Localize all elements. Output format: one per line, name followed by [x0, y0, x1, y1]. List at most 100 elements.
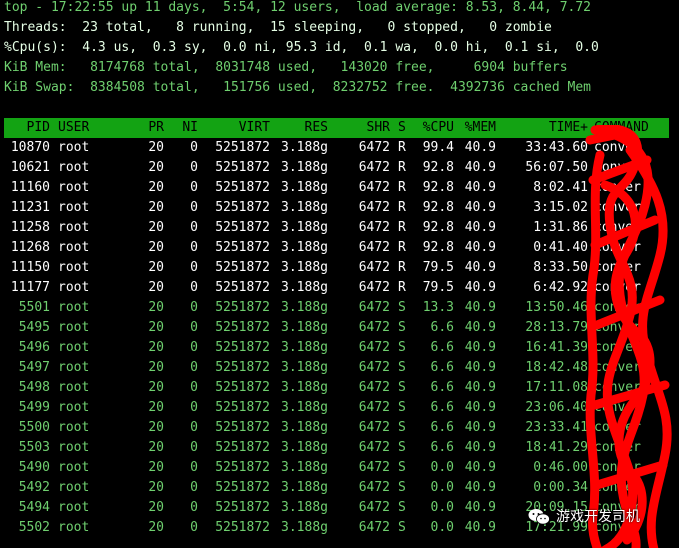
cell-cpu: 92.8	[422, 240, 454, 255]
process-row[interactable]: 10870 root 20 0 5251872 3.188g 6472 R 99.4 40.9 33…	[4, 138, 669, 158]
cell-user: root	[58, 280, 90, 295]
cell-pr: 20	[148, 280, 164, 295]
process-row[interactable]: 5503 root 20 0 5251872 3.188g 6472 S 6.6 40.9 18:4…	[4, 438, 669, 458]
cell-pid: 5494	[18, 500, 50, 515]
cell-shr: 6472	[358, 440, 390, 455]
cell-state: S	[398, 480, 406, 495]
cell-time: 0:46.00	[533, 460, 588, 475]
cell-res: 3.188g	[281, 460, 328, 475]
cell-cpu: 79.5	[422, 280, 454, 295]
cell-time: 23:06.40	[525, 400, 588, 415]
cell-time: 16:41.39	[525, 340, 588, 355]
cell-shr: 6472	[358, 320, 390, 335]
process-row[interactable]: 5495 root 20 0 5251872 3.188g 6472 S 6.6 40.9 28:1…	[4, 318, 669, 338]
cell-cpu: 99.4	[422, 140, 454, 155]
cell-pid: 11160	[10, 180, 50, 195]
cell-pr: 20	[148, 260, 164, 275]
process-row[interactable]: 11258 root 20 0 5251872 3.188g 6472 R 92.8 40.9 1:…	[4, 218, 669, 238]
cell-pr: 20	[148, 200, 164, 215]
cell-virt: 5251872	[215, 140, 270, 155]
cell-shr: 6472	[358, 380, 390, 395]
cell-cpu: 6.6	[430, 420, 454, 435]
cell-res: 3.188g	[281, 480, 328, 495]
col-header-pid: PID	[26, 120, 50, 135]
cell-ni: 0	[190, 280, 198, 295]
cell-shr: 6472	[358, 480, 390, 495]
cell-res: 3.188g	[281, 380, 328, 395]
cell-ni: 0	[190, 200, 198, 215]
cell-res: 3.188g	[281, 320, 328, 335]
process-row[interactable]: 11268 root 20 0 5251872 3.188g 6472 R 92.8 40.9 0:…	[4, 238, 669, 258]
cell-virt: 5251872	[215, 480, 270, 495]
cell-time: 28:13.79	[525, 320, 588, 335]
wechat-icon	[528, 508, 550, 526]
process-row[interactable]: 5500 root 20 0 5251872 3.188g 6472 S 6.6 40.9 23:3…	[4, 418, 669, 438]
col-header-ni: NI	[182, 120, 198, 135]
cell-pr: 20	[148, 320, 164, 335]
cell-shr: 6472	[358, 520, 390, 535]
process-row[interactable]: 11231 root 20 0 5251872 3.188g 6472 R 92.8 40.9 3:…	[4, 198, 669, 218]
cell-time: 13:50.46	[525, 300, 588, 315]
cell-time: 0:41.40	[533, 240, 588, 255]
cell-command: conver	[594, 200, 641, 215]
cell-user: root	[58, 320, 90, 335]
cell-time: 3:15.02	[533, 200, 588, 215]
cell-shr: 6472	[358, 300, 390, 315]
terminal-screen[interactable]: top - 17:22:55 up 11 days, 5:54, 12 user…	[0, 0, 679, 548]
cell-state: R	[398, 260, 406, 275]
cell-user: root	[58, 140, 90, 155]
cell-ni: 0	[190, 160, 198, 175]
cell-cpu: 6.6	[430, 440, 454, 455]
process-row[interactable]: 5499 root 20 0 5251872 3.188g 6472 S 6.6 40.9 23:0…	[4, 398, 669, 418]
process-row[interactable]: 11160 root 20 0 5251872 3.188g 6472 R 92.8 40.9 8:…	[4, 178, 669, 198]
process-row[interactable]: 11177 root 20 0 5251872 3.188g 6472 R 79.5 40.9 6:…	[4, 278, 669, 298]
col-header-user: USER	[58, 120, 90, 135]
cell-ni: 0	[190, 340, 198, 355]
cell-time: 8:33.50	[533, 260, 588, 275]
cell-virt: 5251872	[215, 400, 270, 415]
cell-command: conver	[594, 400, 641, 415]
cell-state: S	[398, 520, 406, 535]
cell-virt: 5251872	[215, 180, 270, 195]
process-row[interactable]: 5498 root 20 0 5251872 3.188g 6472 S 6.6 40.9 17:1…	[4, 378, 669, 398]
cell-cpu: 79.5	[422, 260, 454, 275]
cell-state: S	[398, 400, 406, 415]
process-row[interactable]: 5496 root 20 0 5251872 3.188g 6472 S 6.6 40.9 16:4…	[4, 338, 669, 358]
cell-cpu: 6.6	[430, 340, 454, 355]
process-row[interactable]: 5497 root 20 0 5251872 3.188g 6472 S 6.6 40.9 18:4…	[4, 358, 669, 378]
cell-cpu: 6.6	[430, 320, 454, 335]
cell-state: R	[398, 180, 406, 195]
process-row[interactable]: 5501 root 20 0 5251872 3.188g 6472 S 13.3 40.9 13:…	[4, 298, 669, 318]
process-row[interactable]: 11150 root 20 0 5251872 3.188g 6472 R 79.5 40.9 8:…	[4, 258, 669, 278]
col-header-state: S	[398, 120, 406, 135]
cell-res: 3.188g	[281, 340, 328, 355]
cell-command: conver	[594, 440, 641, 455]
cell-state: S	[398, 380, 406, 395]
cell-user: root	[58, 340, 90, 355]
process-row[interactable]: 10621 root 20 0 5251872 3.188g 6472 R 92.8 40.9 56…	[4, 158, 669, 178]
cell-pr: 20	[148, 460, 164, 475]
process-row[interactable]: 5490 root 20 0 5251872 3.188g 6472 S 0.0 40.9 0:46…	[4, 458, 669, 478]
cell-res: 3.188g	[281, 360, 328, 375]
cell-pr: 20	[148, 500, 164, 515]
cell-state: R	[398, 240, 406, 255]
cell-ni: 0	[190, 500, 198, 515]
cell-shr: 6472	[358, 460, 390, 475]
cell-command: conver	[594, 140, 641, 155]
cell-state: R	[398, 200, 406, 215]
cell-user: root	[58, 160, 90, 175]
cell-pr: 20	[148, 140, 164, 155]
process-row[interactable]: 5492 root 20 0 5251872 3.188g 6472 S 0.0 40.9 0:00…	[4, 478, 669, 498]
cell-res: 3.188g	[281, 400, 328, 415]
cell-pid: 10870	[10, 140, 50, 155]
cell-virt: 5251872	[215, 420, 270, 435]
cell-user: root	[58, 520, 90, 535]
cell-shr: 6472	[358, 400, 390, 415]
cell-mem: 40.9	[464, 420, 496, 435]
cell-user: root	[58, 180, 90, 195]
col-header-pr: PR	[148, 120, 164, 135]
cell-pr: 20	[148, 360, 164, 375]
cell-pr: 20	[148, 160, 164, 175]
cell-state: R	[398, 140, 406, 155]
cell-pid: 5490	[18, 460, 50, 475]
